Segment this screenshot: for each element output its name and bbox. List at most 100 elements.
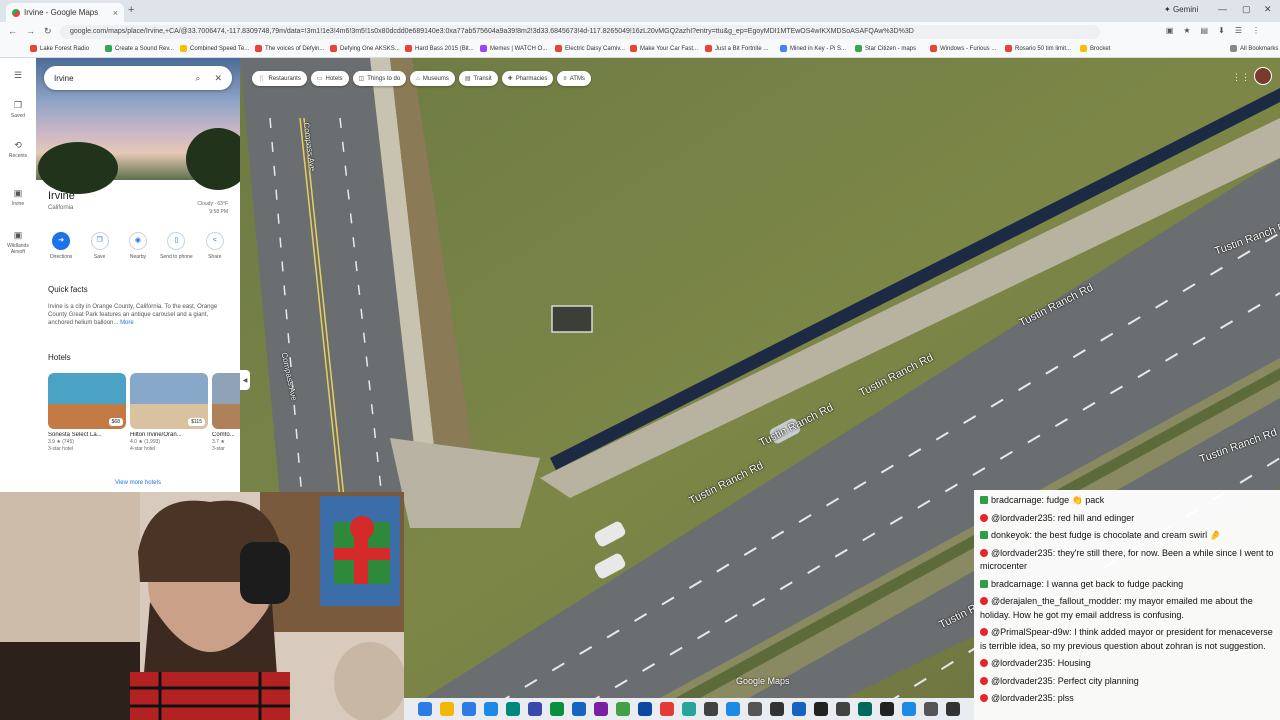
chip-museums[interactable]: ⌂ Museums [410, 71, 455, 86]
bookmark-label: Mined in Key - Pi S... [790, 45, 847, 52]
apps-grid-icon[interactable]: ⋮⋮ [1232, 72, 1250, 83]
rail-item[interactable]: ▣ Wildlands Airsoft [0, 230, 36, 255]
taskbar-app-icon[interactable] [814, 702, 828, 716]
collapse-panel-button[interactable]: ◀ [240, 370, 250, 390]
view-more-hotels-link[interactable]: View more hotels [36, 480, 240, 486]
taskbar-app-icon[interactable] [946, 702, 960, 716]
browser-tab[interactable]: Irvine - Google Maps × [6, 3, 124, 22]
rail-item[interactable]: ❐ Saved [0, 100, 36, 119]
taskbar-app-icon[interactable] [902, 702, 916, 716]
search-icon[interactable]: ⌕ [195, 73, 200, 84]
window-close-icon[interactable]: ✕ [1264, 4, 1272, 15]
bookmark-item[interactable]: Make Your Car Fast... [630, 45, 698, 52]
hotel-name: Hilton Irvine/Oran... [130, 432, 182, 438]
quick-facts-more-link[interactable]: More [120, 320, 134, 326]
taskbar-app-icon[interactable] [484, 702, 498, 716]
hotel-card[interactable]: $115 Hilton Irvine/Oran... 4.0 ★ (1,993) 4-… [130, 373, 208, 452]
taskbar-app-icon[interactable] [682, 702, 696, 716]
taskbar-app-icon[interactable] [792, 702, 806, 716]
hotel-name: Sonesta Select La... [48, 432, 102, 438]
place-title: Irvine [48, 190, 75, 202]
action-share-button[interactable]: < Share [197, 232, 233, 260]
taskbar-app-icon[interactable] [836, 702, 850, 716]
bookmark-item[interactable]: Defying One AKSKS... [330, 45, 400, 52]
bookmark-item[interactable]: Memes | WATCH O... [480, 45, 547, 52]
bookmark-label: All Bookmarks [1240, 45, 1279, 52]
chip-transit[interactable]: ▤ Transit [458, 71, 498, 86]
action-save-button[interactable]: ❐ Save [82, 232, 118, 260]
minimize-icon[interactable]: — [1218, 4, 1227, 14]
search-input[interactable]: Irvine [54, 74, 74, 83]
bookmark-label: Defying One AKSKS... [340, 45, 400, 52]
forward-icon[interactable]: → [26, 26, 35, 36]
taskbar-app-icon[interactable] [550, 702, 564, 716]
back-icon[interactable]: ← [8, 26, 17, 36]
bookmark-item[interactable]: Hard Bass 2015 (Bit... [405, 45, 474, 52]
rail-item[interactable]: ▣ Irvine [0, 188, 36, 207]
chip-restaurants[interactable]: 🍴 Restaurants [252, 71, 307, 86]
chip-atms[interactable]: ¤ ATMs [557, 71, 591, 86]
taskbar-app-icon[interactable] [506, 702, 520, 716]
bookmark-item[interactable]: Star Citizen - maps [855, 45, 916, 52]
chat-message: @lordvader235: red hill and edinger [980, 512, 1274, 526]
bookmark-item[interactable]: Mined in Key - Pi S... [780, 45, 846, 52]
bookmark-item[interactable]: The voices of Defyin... [255, 45, 324, 52]
tab-close-icon[interactable]: × [113, 8, 118, 18]
taskbar-app-icon[interactable] [704, 702, 718, 716]
hotel-card[interactable]: Comfo... 3.7 ★ 3-star [212, 373, 240, 452]
taskbar-app-icon[interactable] [572, 702, 586, 716]
bookmark-label: Create a Sound Rev... [115, 45, 174, 52]
maximize-icon[interactable]: ▢ [1242, 4, 1251, 15]
new-tab-button[interactable]: + [128, 4, 134, 16]
bookmark-favicon-icon [705, 45, 712, 52]
taskbar-app-icon[interactable] [748, 702, 762, 716]
chat-username: bradcarnage [991, 495, 1042, 505]
clear-search-icon[interactable]: ✕ [214, 73, 222, 84]
bookmark-item[interactable]: Electric Daisy Carniv... [555, 45, 625, 52]
gemini-button[interactable]: ✦ Gemini [1164, 5, 1198, 14]
bookmark-item[interactable]: Windows - Furious ... [930, 45, 996, 52]
bookmark-label: Lake Forest Radio [40, 45, 90, 52]
url-field[interactable]: google.com/maps/place/Irvine,+CA/@33.700… [60, 25, 1100, 39]
rail-item[interactable]: ☰ [0, 70, 36, 83]
bookmark-item[interactable]: Lake Forest Radio [30, 45, 89, 52]
bookmark-favicon-icon [330, 45, 337, 52]
bookmark-item[interactable]: Rosario 50 tim limit... [1005, 45, 1071, 52]
taskbar-app-icon[interactable] [418, 702, 432, 716]
hotel-rating: 4.0 ★ (1,993) [130, 439, 161, 445]
tree-shape [38, 142, 118, 194]
action-send-to-phone-button[interactable]: ▯ Send to phone [158, 232, 194, 260]
taskbar-app-icon[interactable] [616, 702, 630, 716]
reload-icon[interactable]: ↻ [44, 26, 52, 37]
taskbar-app-icon[interactable] [638, 702, 652, 716]
chip-pharmacies[interactable]: ✚ Pharmacies [501, 71, 554, 86]
action-nearby-button[interactable]: ◉ Nearby [120, 232, 156, 260]
taskbar-app-icon[interactable] [770, 702, 784, 716]
bookmark-item[interactable]: Combined Speed Te... [180, 45, 249, 52]
taskbar-app-icon[interactable] [726, 702, 740, 716]
taskbar-app-icon[interactable] [858, 702, 872, 716]
taskbar-app-icon[interactable] [660, 702, 674, 716]
hotels-title: Hotels [48, 353, 71, 362]
hotel-photo [212, 373, 240, 429]
chip-hotels[interactable]: ▭ Hotels [310, 71, 349, 86]
taskbar-app-icon[interactable] [594, 702, 608, 716]
hotel-card[interactable]: $68 Sonesta Select La... 3.9 ★ (745) 3-star… [48, 373, 126, 452]
extension-icons[interactable]: ▣★▤⬇☰⋮ [1166, 26, 1270, 35]
rail-item[interactable]: ⟲ Recents [0, 140, 36, 159]
bookmark-label: Memes | WATCH O... [490, 45, 548, 52]
taskbar-app-icon[interactable] [528, 702, 542, 716]
chip-things-to-do[interactable]: ◫ Things to do [352, 71, 407, 86]
bookmark-item[interactable]: Brocket [1080, 45, 1110, 52]
taskbar-app-icon[interactable] [880, 702, 894, 716]
taskbar-app-icon[interactable] [462, 702, 476, 716]
bookmark-item[interactable]: All Bookmarks [1230, 45, 1278, 52]
bookmark-item[interactable]: Create a Sound Rev... [105, 45, 174, 52]
account-avatar[interactable] [1254, 67, 1272, 85]
search-box[interactable]: Irvine ⌕ ✕ [44, 66, 232, 90]
taskbar-app-icon[interactable] [924, 702, 938, 716]
action-directions-button[interactable]: ➜ Directions [43, 232, 79, 260]
taskbar-app-icon[interactable] [440, 702, 454, 716]
bookmark-item[interactable]: Just a Bit Fortnite ... [705, 45, 768, 52]
bookmark-label: Windows - Furious ... [940, 45, 997, 52]
